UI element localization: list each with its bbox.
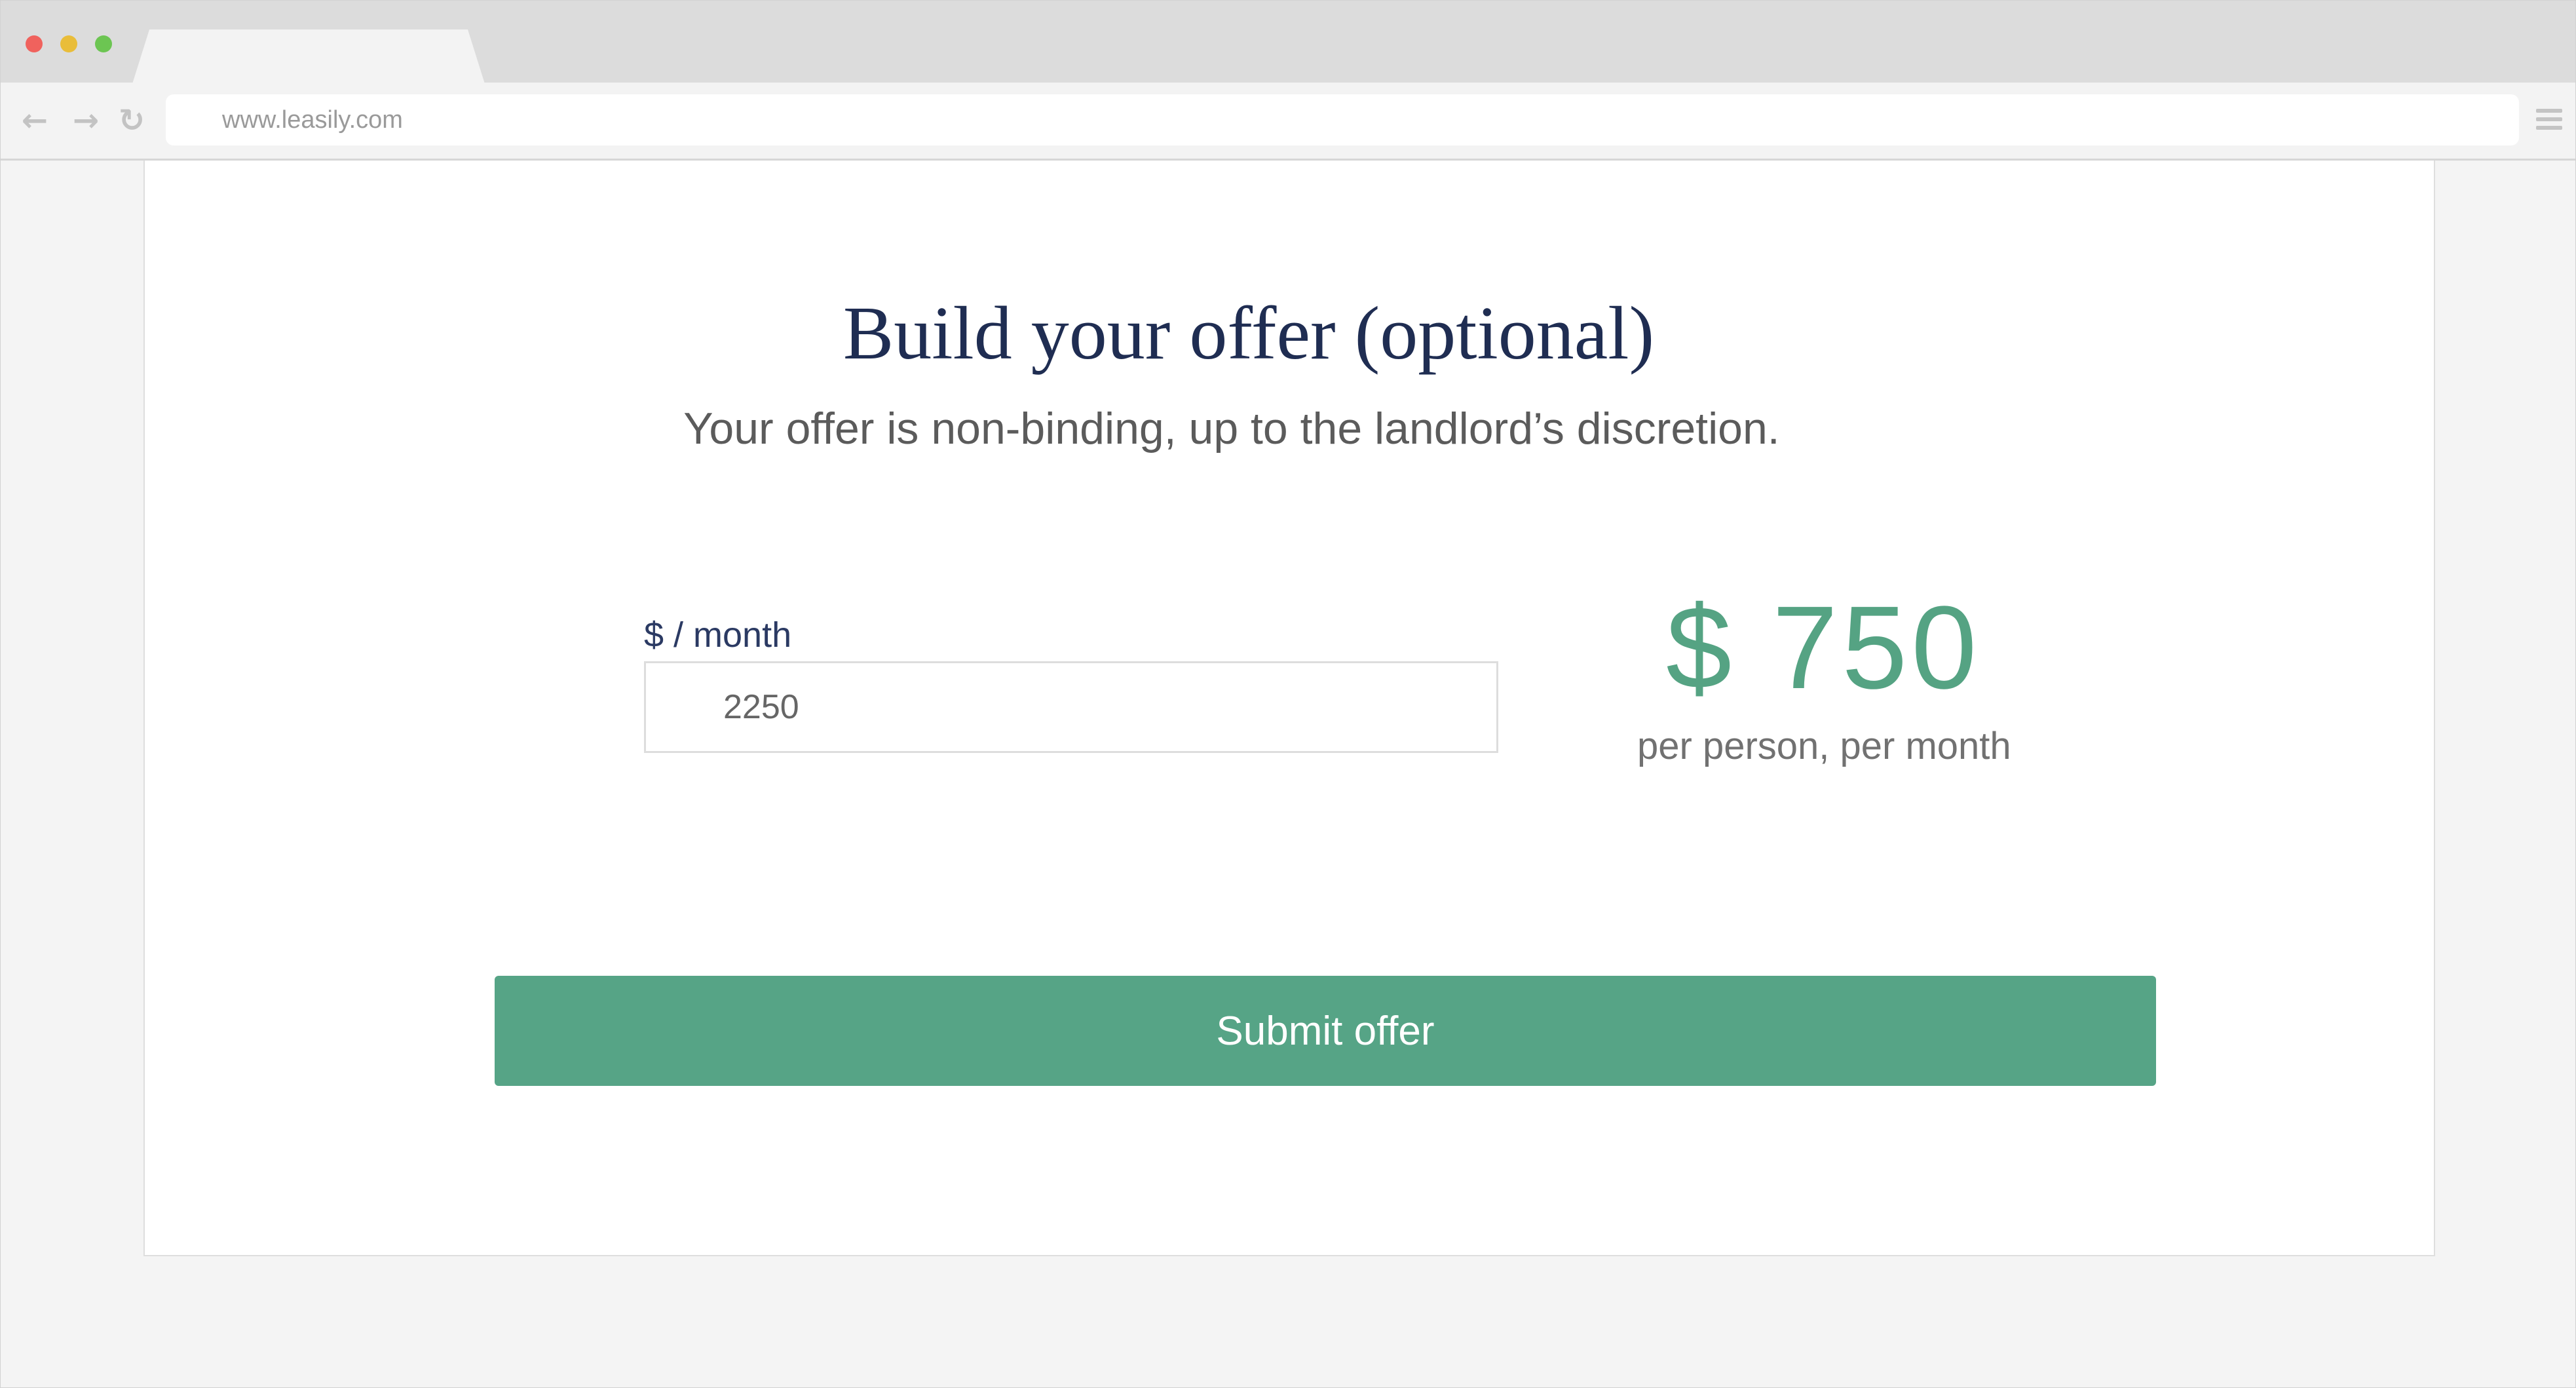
- page-subtitle: Your offer is non-binding, up to the lan…: [683, 404, 1780, 453]
- browser-titlebar: [1, 1, 2575, 86]
- address-bar[interactable]: www.leasily.com: [166, 94, 2519, 145]
- offer-card: Build your offer (optional) Your offer i…: [143, 161, 2435, 1256]
- arrow-right-icon[interactable]: →: [67, 102, 104, 139]
- browser-toolbar: ← → ↻ www.leasily.com: [1, 83, 2575, 161]
- address-bar-url: www.leasily.com: [222, 106, 403, 134]
- browser-window: ← → ↻ www.leasily.com Build your offer (…: [0, 0, 2576, 1388]
- hamburger-menu-icon[interactable]: [2536, 109, 2562, 135]
- maximize-window-button[interactable]: [95, 35, 112, 52]
- per-person-amount: $ 750: [1666, 582, 1981, 714]
- submit-offer-button[interactable]: Submit offer: [495, 976, 2156, 1086]
- rent-field-label: $ / month: [644, 615, 792, 655]
- browser-tab[interactable]: [132, 29, 485, 86]
- page-title: Build your offer (optional): [843, 292, 1655, 376]
- reload-icon[interactable]: ↻: [113, 102, 150, 139]
- per-person-caption: per person, per month: [1637, 725, 2011, 767]
- minimize-window-button[interactable]: [60, 35, 77, 52]
- arrow-left-icon[interactable]: ←: [16, 102, 53, 139]
- close-window-button[interactable]: [26, 35, 43, 52]
- rent-input[interactable]: [644, 661, 1498, 753]
